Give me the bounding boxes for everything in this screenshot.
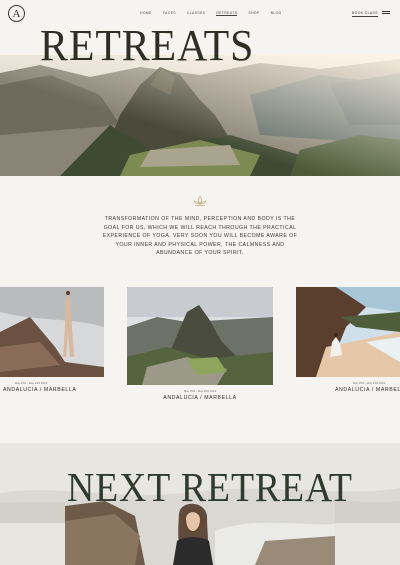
- retreat-name[interactable]: ANDALUCIA / MARBELLA: [335, 387, 400, 393]
- nav-shop[interactable]: SHOP: [248, 11, 259, 16]
- retreat-name[interactable]: ANDALUCIA / MARBELLA: [3, 387, 76, 393]
- retreat-card-image[interactable]: [296, 287, 400, 377]
- book-class-button[interactable]: BOOK CLASS: [352, 11, 378, 17]
- retreat-card-image[interactable]: [0, 287, 104, 377]
- intro-text: TRANSFORMATION OF THE MIND, PERCEPTION A…: [102, 216, 298, 256]
- nav-blog[interactable]: BLOG: [271, 11, 282, 16]
- hero-image: [0, 55, 400, 176]
- nav-retreats[interactable]: RETREATS: [216, 11, 238, 16]
- retreat-name[interactable]: ANDALUCIA / MARBELLA: [150, 395, 250, 401]
- page-title: RETREATS: [40, 21, 255, 70]
- nav-faces[interactable]: FACES: [163, 11, 176, 16]
- logo[interactable]: A: [8, 5, 25, 22]
- menu-icon[interactable]: [382, 11, 390, 16]
- logo-letter: A: [12, 7, 21, 20]
- lotus-icon: [192, 194, 208, 206]
- retreat-card-image[interactable]: [127, 287, 273, 385]
- retreat-dates: May 25th - May 29th 2023: [183, 389, 217, 393]
- nav-home[interactable]: HOME: [140, 11, 152, 16]
- retreat-dates: May 25th - May 29th 2023: [352, 381, 386, 385]
- next-retreat-title: NEXT RETREAT: [67, 464, 353, 510]
- nav-classes[interactable]: CLASSES: [187, 11, 205, 16]
- retreat-dates: May 25th - May 29th 2023: [14, 381, 48, 385]
- main-nav: HOME FACES CLASSES RETREATS SHOP BLOG: [140, 11, 282, 16]
